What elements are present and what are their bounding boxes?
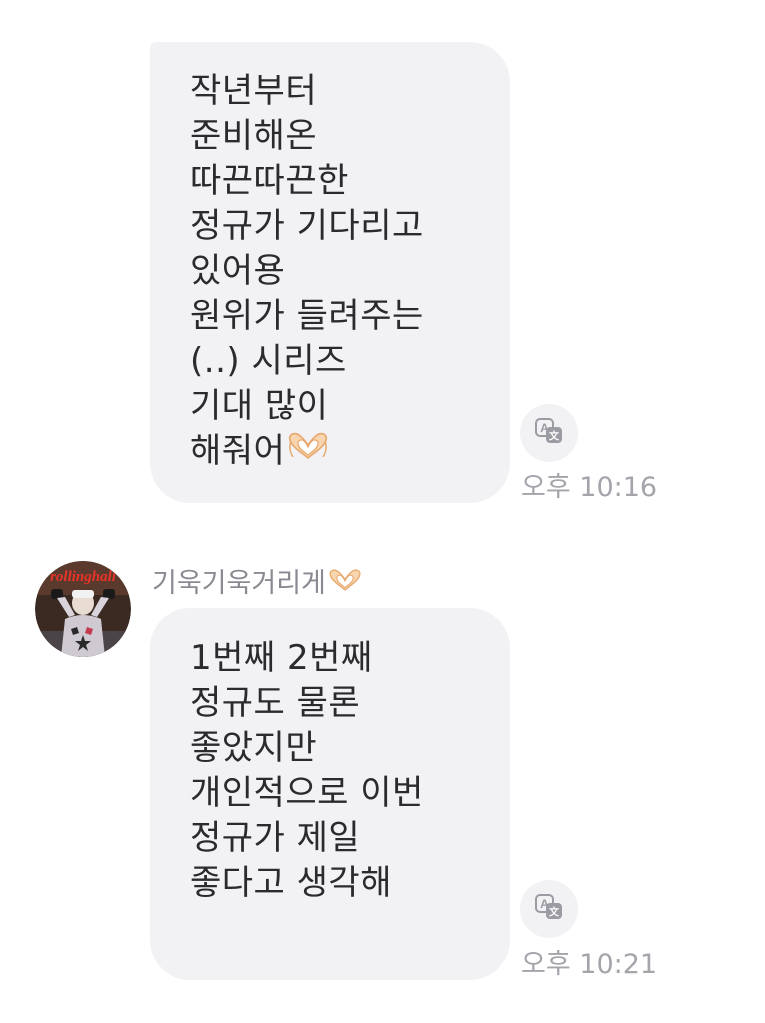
translate-icon: A 文 <box>534 416 564 450</box>
message-line: 기대 많이 <box>190 386 329 426</box>
avatar-sign-text: rollinghall <box>50 569 117 585</box>
message-line: 좋다고 생각해 <box>190 863 392 903</box>
message-line: 준비해온 <box>190 116 318 156</box>
message-line: 정규도 물론 <box>190 683 361 723</box>
message-line: 좋았지만 <box>190 728 318 768</box>
translate-button[interactable]: A 文 <box>520 404 578 462</box>
message-bubble[interactable]: 작년부터 준비해온 따끈따끈한 정규가 기다리고 있어용 원위가 들려주는 (.… <box>150 42 510 503</box>
message-line: 정규가 기다리고 <box>190 206 424 246</box>
message-line: 따끈따끈한 <box>190 161 349 201</box>
avatar[interactable]: rollinghall <box>35 561 131 657</box>
message-line: 있어용 <box>190 251 286 291</box>
message-line: 개인적으로 이번 <box>190 773 424 813</box>
translate-icon: A 文 <box>534 892 564 926</box>
heart-hands-icon <box>326 568 364 601</box>
message-line-text: 해줘어 <box>190 431 286 471</box>
translate-button[interactable]: A 文 <box>520 880 578 938</box>
svg-text:文: 文 <box>549 430 560 443</box>
message-timestamp: 오후 10:21 <box>521 949 658 980</box>
message-line: 정규가 제일 <box>190 818 361 858</box>
message-timestamp: 오후 10:16 <box>521 472 658 503</box>
svg-text:文: 文 <box>549 906 560 919</box>
message-line: 원위가 들려주는 <box>190 296 424 336</box>
message-line-with-emoji: 해줘어 <box>190 429 490 475</box>
sender-name[interactable]: 기욱기욱거리게 <box>152 561 364 601</box>
heart-hands-icon <box>285 430 331 475</box>
sender-name-text: 기욱기욱거리게 <box>152 568 326 599</box>
message-line: (..) 시리즈 <box>190 341 347 381</box>
message-line: 1번째 2번째 <box>190 638 373 678</box>
message-bubble[interactable]: 1번째 2번째 정규도 물론 좋았지만 개인적으로 이번 정규가 제일 좋다고 … <box>150 608 510 980</box>
message-line: 작년부터 <box>190 71 318 111</box>
